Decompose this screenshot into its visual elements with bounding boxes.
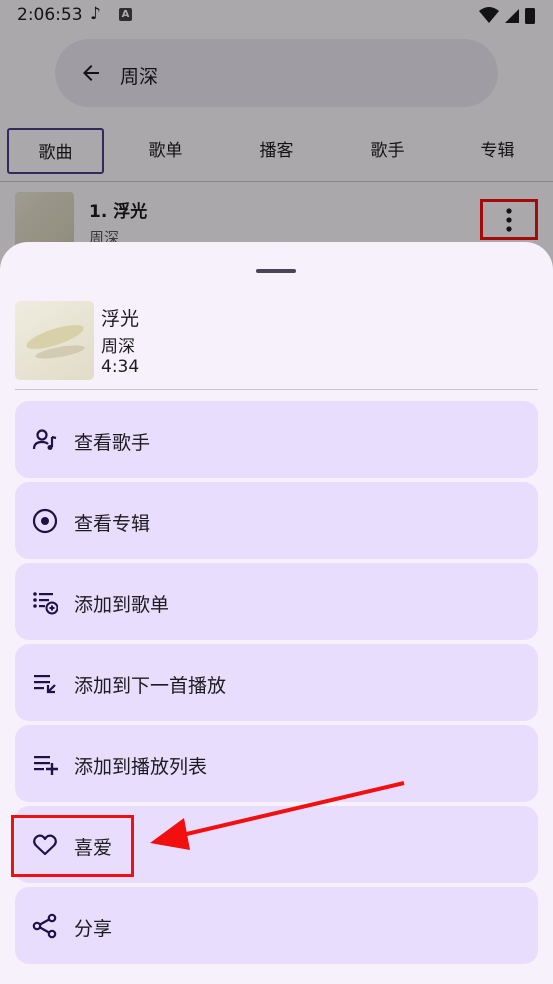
menu-play-next[interactable]: 添加到下一首播放 (15, 644, 538, 721)
share-icon (32, 913, 57, 939)
menu-label: 分享 (74, 918, 113, 940)
menu-label: 查看专辑 (74, 513, 151, 535)
menu-add-to-playlist[interactable]: 添加到歌单 (15, 563, 538, 640)
menu-label: 查看歌手 (74, 432, 151, 454)
menu-label: 添加到播放列表 (74, 756, 208, 778)
drag-handle[interactable] (256, 269, 296, 273)
sheet-song-artist: 周深 (101, 337, 135, 357)
menu-add-to-queue[interactable]: 添加到播放列表 (15, 725, 538, 802)
menu-label: 添加到歌单 (74, 594, 170, 616)
sheet-song-duration: 4:34 (101, 357, 140, 377)
playlist-add-icon (33, 592, 58, 615)
sheet-divider (15, 389, 538, 390)
menu-label: 添加到下一首播放 (74, 675, 227, 697)
play-next-icon (34, 675, 56, 694)
menu-view-artist[interactable]: 查看歌手 (15, 401, 538, 478)
sheet-cover (15, 301, 94, 380)
sheet-song-title: 浮光 (101, 308, 140, 330)
queue-add-icon (34, 756, 58, 775)
album-icon (32, 508, 58, 534)
annotation-highlight-box (11, 815, 134, 877)
menu-view-album[interactable]: 查看专辑 (15, 482, 538, 559)
menu-share[interactable]: 分享 (15, 887, 538, 964)
person-music-icon (32, 429, 57, 450)
